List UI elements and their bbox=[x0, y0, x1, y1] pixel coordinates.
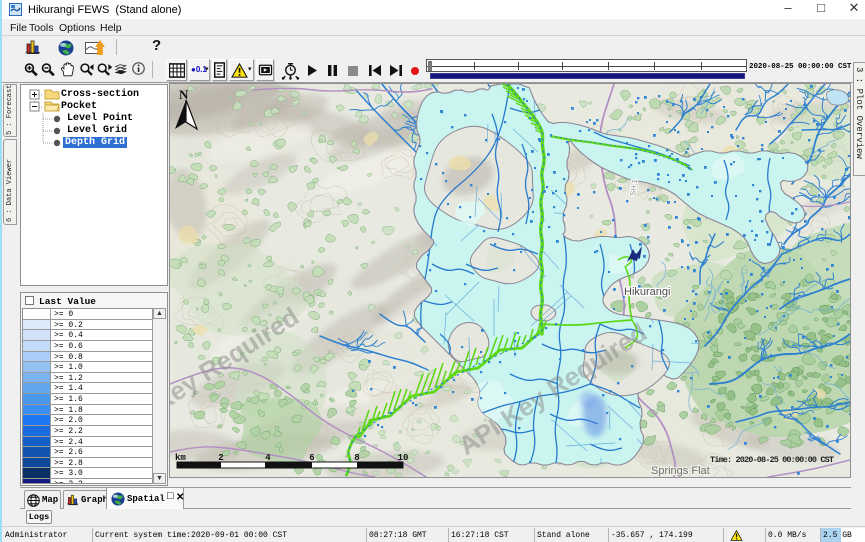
svg-text:N: N bbox=[179, 87, 189, 102]
svg-text:Time: 2020-08-25 00:00:00 CST: Time: 2020-08-25 00:00:00 CST bbox=[710, 455, 834, 465]
svg-text:Hikurangi: Hikurangi bbox=[624, 286, 670, 298]
svg-text:Springs Flat: Springs Flat bbox=[651, 465, 710, 477]
